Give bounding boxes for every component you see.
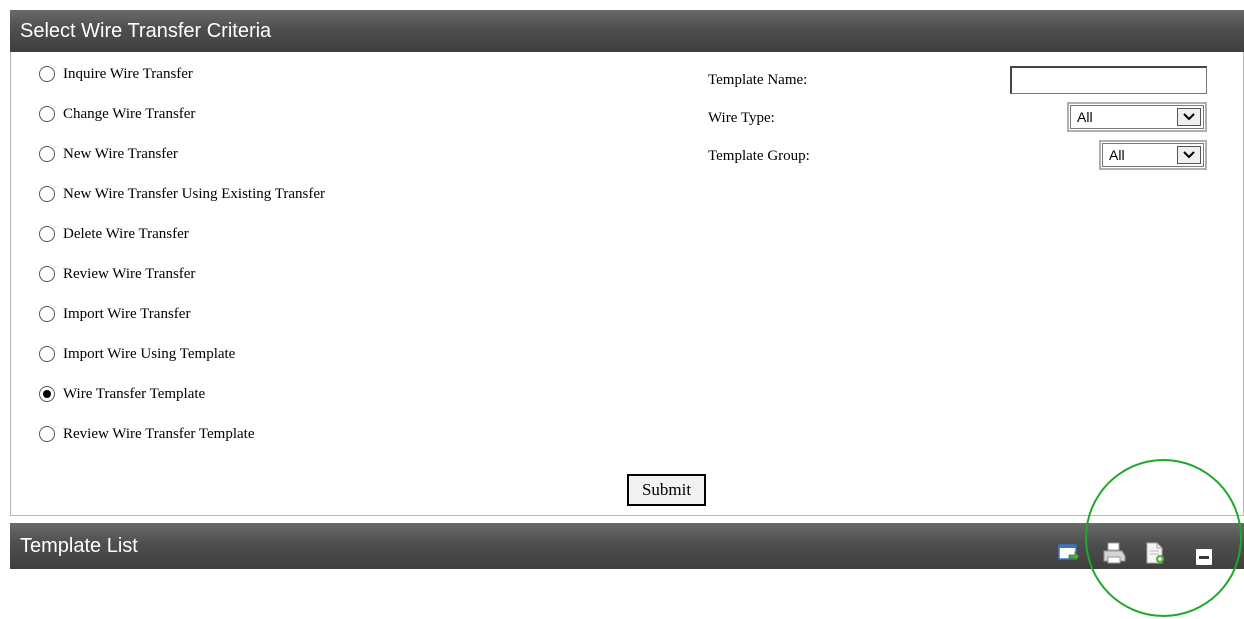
radio-wire-transfer-template[interactable]: Wire Transfer Template xyxy=(39,382,205,406)
radio-review-wire-transfer[interactable]: Review Wire Transfer xyxy=(39,262,195,286)
wire-type-select[interactable]: All xyxy=(1067,102,1207,132)
radio-new-wire-transfer-existing[interactable]: New Wire Transfer Using Existing Transfe… xyxy=(39,182,325,206)
criteria-panel-title: Select Wire Transfer Criteria xyxy=(20,20,272,42)
radio-button[interactable] xyxy=(39,106,55,122)
radio-button[interactable] xyxy=(39,66,55,82)
new-document-icon[interactable] xyxy=(1144,535,1166,564)
radio-change-wire-transfer[interactable]: Change Wire Transfer xyxy=(39,102,195,126)
radio-button[interactable] xyxy=(39,146,55,162)
template-list-title: Template List xyxy=(20,535,138,557)
radio-inquire-wire-transfer[interactable]: Inquire Wire Transfer xyxy=(39,62,193,86)
radio-button[interactable] xyxy=(39,306,55,322)
radio-import-wire-using-template[interactable]: Import Wire Using Template xyxy=(39,342,235,366)
radio-button[interactable] xyxy=(39,266,55,282)
template-name-input[interactable] xyxy=(1010,66,1207,94)
radio-import-wire-transfer[interactable]: Import Wire Transfer xyxy=(39,302,190,326)
radio-label: Change Wire Transfer xyxy=(63,105,196,122)
radio-label: New Wire Transfer xyxy=(63,145,178,162)
radio-delete-wire-transfer[interactable]: Delete Wire Transfer xyxy=(39,222,189,246)
radio-button-selected[interactable] xyxy=(39,386,55,402)
wire-type-value: All xyxy=(1077,109,1093,125)
radio-button[interactable] xyxy=(39,226,55,242)
template-group-select[interactable]: All xyxy=(1099,140,1207,170)
export-icon[interactable] xyxy=(1058,535,1080,563)
radio-button[interactable] xyxy=(39,186,55,202)
criteria-panel-header: Select Wire Transfer Criteria xyxy=(10,10,1244,52)
radio-label: Wire Transfer Template xyxy=(63,385,206,402)
template-group-label: Template Group: xyxy=(708,148,810,164)
criteria-panel-body: Inquire Wire Transfer Change Wire Transf… xyxy=(10,52,1244,516)
radio-button[interactable] xyxy=(39,346,55,362)
chevron-down-icon[interactable] xyxy=(1177,108,1201,126)
radio-label: New Wire Transfer Using Existing Transfe… xyxy=(63,185,326,202)
radio-label: Inquire Wire Transfer xyxy=(63,65,193,82)
print-icon[interactable] xyxy=(1102,535,1126,564)
submit-button[interactable]: Submit xyxy=(627,474,706,506)
wire-type-label: Wire Type: xyxy=(708,110,775,126)
template-name-label: Template Name: xyxy=(708,72,808,88)
chevron-down-icon[interactable] xyxy=(1177,146,1201,164)
radio-label: Delete Wire Transfer xyxy=(63,225,189,242)
radio-selected-dot xyxy=(43,390,51,398)
collapse-icon[interactable] xyxy=(1195,537,1213,565)
radio-label: Review Wire Transfer xyxy=(63,265,196,282)
template-list-header: Template List xyxy=(10,523,1244,569)
radio-label: Review Wire Transfer Template xyxy=(63,425,255,442)
radio-label: Import Wire Transfer xyxy=(63,305,191,322)
radio-button[interactable] xyxy=(39,426,55,442)
radio-label: Import Wire Using Template xyxy=(63,345,236,362)
template-group-value: All xyxy=(1109,147,1125,163)
radio-review-wire-transfer-template[interactable]: Review Wire Transfer Template xyxy=(39,422,255,446)
radio-new-wire-transfer[interactable]: New Wire Transfer xyxy=(39,142,178,166)
